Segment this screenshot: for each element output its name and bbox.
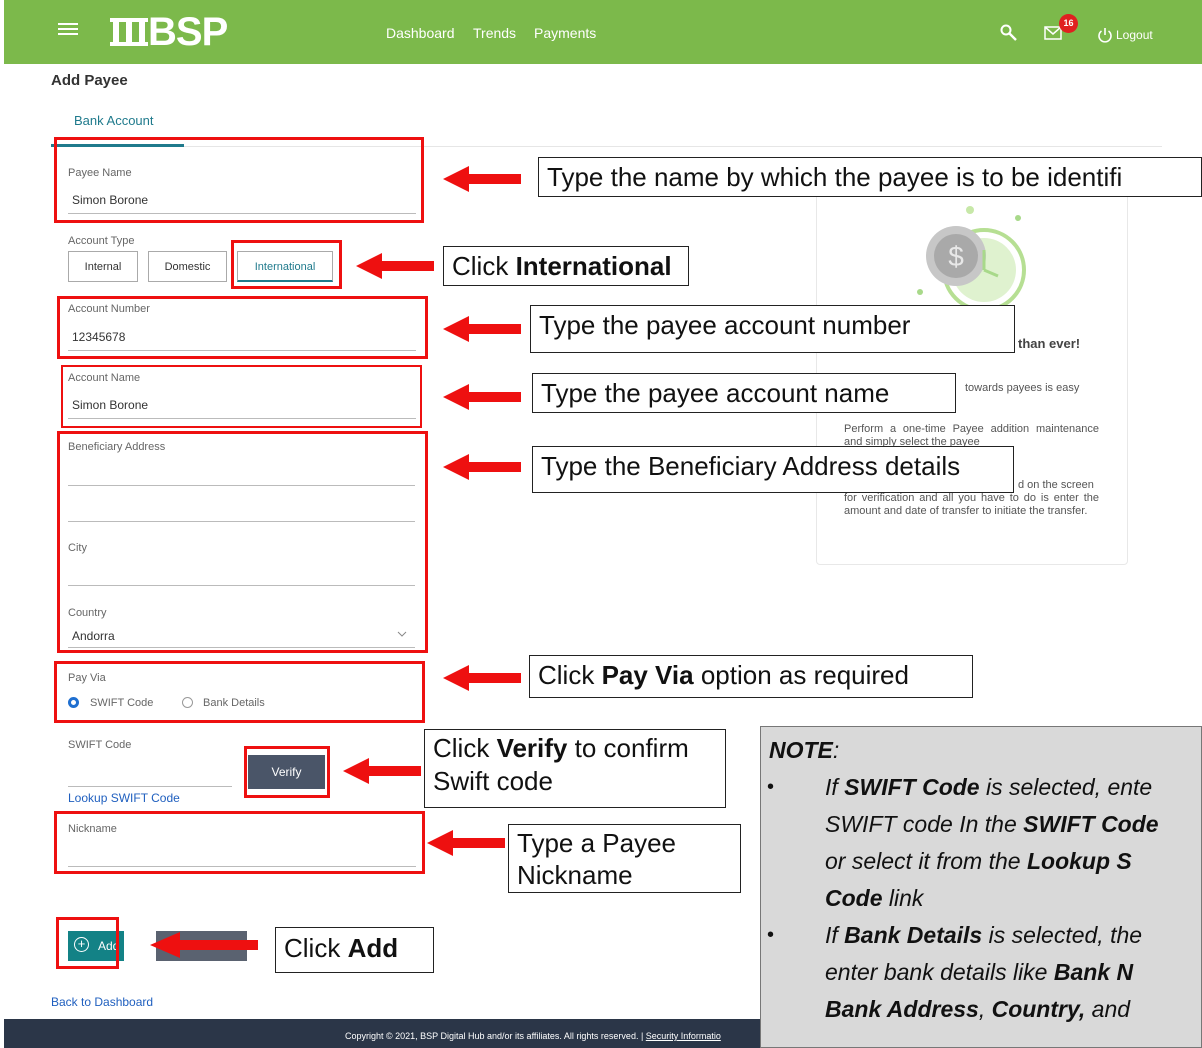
- money-clock-illustration-icon: $: [917, 206, 1026, 310]
- notification-badge: 16: [1059, 14, 1078, 33]
- note-text: is selected, the: [982, 922, 1143, 948]
- callout-add-prefix: Click: [284, 933, 348, 963]
- note-title-colon: :: [832, 737, 840, 763]
- note-text: SWIFT code In the: [825, 811, 1024, 837]
- info-card-para3: for verification and all you have to do …: [844, 492, 1099, 517]
- swift-code-label: SWIFT Code: [68, 739, 132, 751]
- note-item-bank-details: If Bank Details is selected, the enter b…: [767, 917, 1201, 1028]
- note-text: If: [825, 774, 845, 800]
- arrow-left-icon: [150, 932, 258, 958]
- lookup-swift-code-link[interactable]: Lookup SWIFT Code: [68, 791, 180, 805]
- highlight-account-name: [61, 365, 422, 428]
- nav-trends[interactable]: Trends: [473, 25, 516, 41]
- callout-account-number: Type the payee account number: [530, 305, 1015, 353]
- back-to-dashboard-link[interactable]: Back to Dashboard: [51, 995, 153, 1009]
- callout-verify-prefix: Click: [433, 733, 497, 763]
- account-type-domestic[interactable]: Domestic: [148, 251, 227, 282]
- callout-beneficiary: Type the Beneficiary Address details: [532, 446, 1014, 493]
- highlight-account-number: [57, 296, 428, 359]
- callout-nickname-line2: Nickname: [517, 860, 633, 890]
- highlight-payee-name: [54, 137, 424, 223]
- note-bold: Country,: [991, 996, 1086, 1022]
- arrow-left-icon: [427, 830, 505, 856]
- arrow-left-icon: [443, 454, 521, 480]
- callout-verify-line2: Swift code: [433, 766, 553, 796]
- info-card-para3-fragment: d on the screen: [1018, 479, 1094, 491]
- callout-pay-via: Click Pay Via option as required: [529, 655, 973, 698]
- note-text: or select it from the: [825, 848, 1027, 874]
- nav-dashboard[interactable]: Dashboard: [386, 25, 455, 41]
- callout-pay-via-prefix: Click: [538, 660, 602, 690]
- callout-add-bold: Add: [347, 933, 399, 963]
- callout-nickname-line1: Type a Payee: [517, 828, 676, 858]
- highlight-international: [231, 240, 342, 289]
- info-card-heading: than ever!: [1018, 336, 1081, 351]
- callout-payee-name: Type the name by which the payee is to b…: [538, 157, 1202, 197]
- note-title-text: NOTE: [769, 737, 833, 763]
- logout-link[interactable]: Logout: [1116, 28, 1153, 42]
- note-text: and: [1085, 996, 1131, 1022]
- highlight-beneficiary-address: [57, 431, 428, 653]
- callout-verify-suffix: to confirm: [567, 733, 689, 763]
- arrow-left-icon: [443, 665, 521, 691]
- note-text: ,: [978, 996, 992, 1022]
- callout-verify-bold: Verify: [496, 733, 568, 763]
- note-bold: SWIFT Code: [844, 774, 980, 800]
- arrow-left-icon: [443, 384, 521, 410]
- callout-international-bold: International: [515, 251, 672, 281]
- arrow-left-icon: [443, 316, 521, 342]
- arrow-left-icon: [443, 166, 521, 192]
- account-type-internal[interactable]: Internal: [68, 251, 138, 282]
- highlight-nickname: [54, 811, 425, 874]
- callout-add: Click Add: [275, 927, 434, 973]
- note-bold: Bank N: [1053, 959, 1134, 985]
- note-text: is selected, ente: [979, 774, 1153, 800]
- arrow-left-icon: [356, 253, 434, 279]
- callout-verify: Click Verify to confirm Swift code: [424, 729, 726, 808]
- callout-international-prefix: Click: [452, 251, 516, 281]
- note-text: link: [882, 885, 924, 911]
- svg-text:$: $: [948, 241, 964, 272]
- security-information-link[interactable]: Security Informatio: [646, 1031, 721, 1041]
- callout-pay-via-bold: Pay Via: [601, 660, 694, 690]
- note-list: If SWIFT Code is selected, ente SWIFT co…: [761, 769, 1201, 1028]
- note-box: NOTE: If SWIFT Code is selected, ente SW…: [760, 726, 1202, 1048]
- note-bold: Lookup S: [1026, 848, 1132, 874]
- account-type-label: Account Type: [68, 235, 135, 247]
- highlight-add: [56, 917, 119, 969]
- footer-copyright-text: Copyright © 2021, BSP Digital Hub and/or…: [345, 1031, 646, 1041]
- callout-account-name: Type the payee account name: [532, 373, 956, 413]
- arrow-left-icon: [343, 758, 421, 784]
- hamburger-menu-icon[interactable]: [58, 20, 78, 40]
- note-text: If: [825, 922, 845, 948]
- highlight-pay-via: [54, 661, 425, 723]
- callout-nickname: Type a Payee Nickname: [508, 824, 741, 893]
- note-bold: SWIFT Code: [1023, 811, 1159, 837]
- info-card-line1: towards payees is easy: [965, 382, 1080, 394]
- note-bold: Bank Address: [825, 996, 979, 1022]
- note-bold: Bank Details: [844, 922, 983, 948]
- nav-payments[interactable]: Payments: [534, 25, 596, 41]
- callout-international: Click International: [443, 246, 689, 286]
- footer-copyright: Copyright © 2021, BSP Digital Hub and/or…: [345, 1031, 721, 1041]
- swift-code-input[interactable]: [68, 786, 232, 787]
- power-icon[interactable]: [1097, 27, 1113, 43]
- note-title: NOTE:: [769, 737, 839, 764]
- callout-pay-via-suffix: option as required: [693, 660, 909, 690]
- page-title: Add Payee: [51, 72, 128, 89]
- search-icon[interactable]: [1000, 24, 1018, 42]
- note-item-swift: If SWIFT Code is selected, ente SWIFT co…: [767, 769, 1201, 917]
- logo-text: BSP: [148, 10, 228, 54]
- highlight-verify: [244, 746, 330, 798]
- note-text: enter bank details like: [825, 959, 1054, 985]
- tab-bank-account[interactable]: Bank Account: [74, 113, 154, 128]
- note-bold: Code: [825, 885, 883, 911]
- logo-emblem-icon: [110, 18, 148, 46]
